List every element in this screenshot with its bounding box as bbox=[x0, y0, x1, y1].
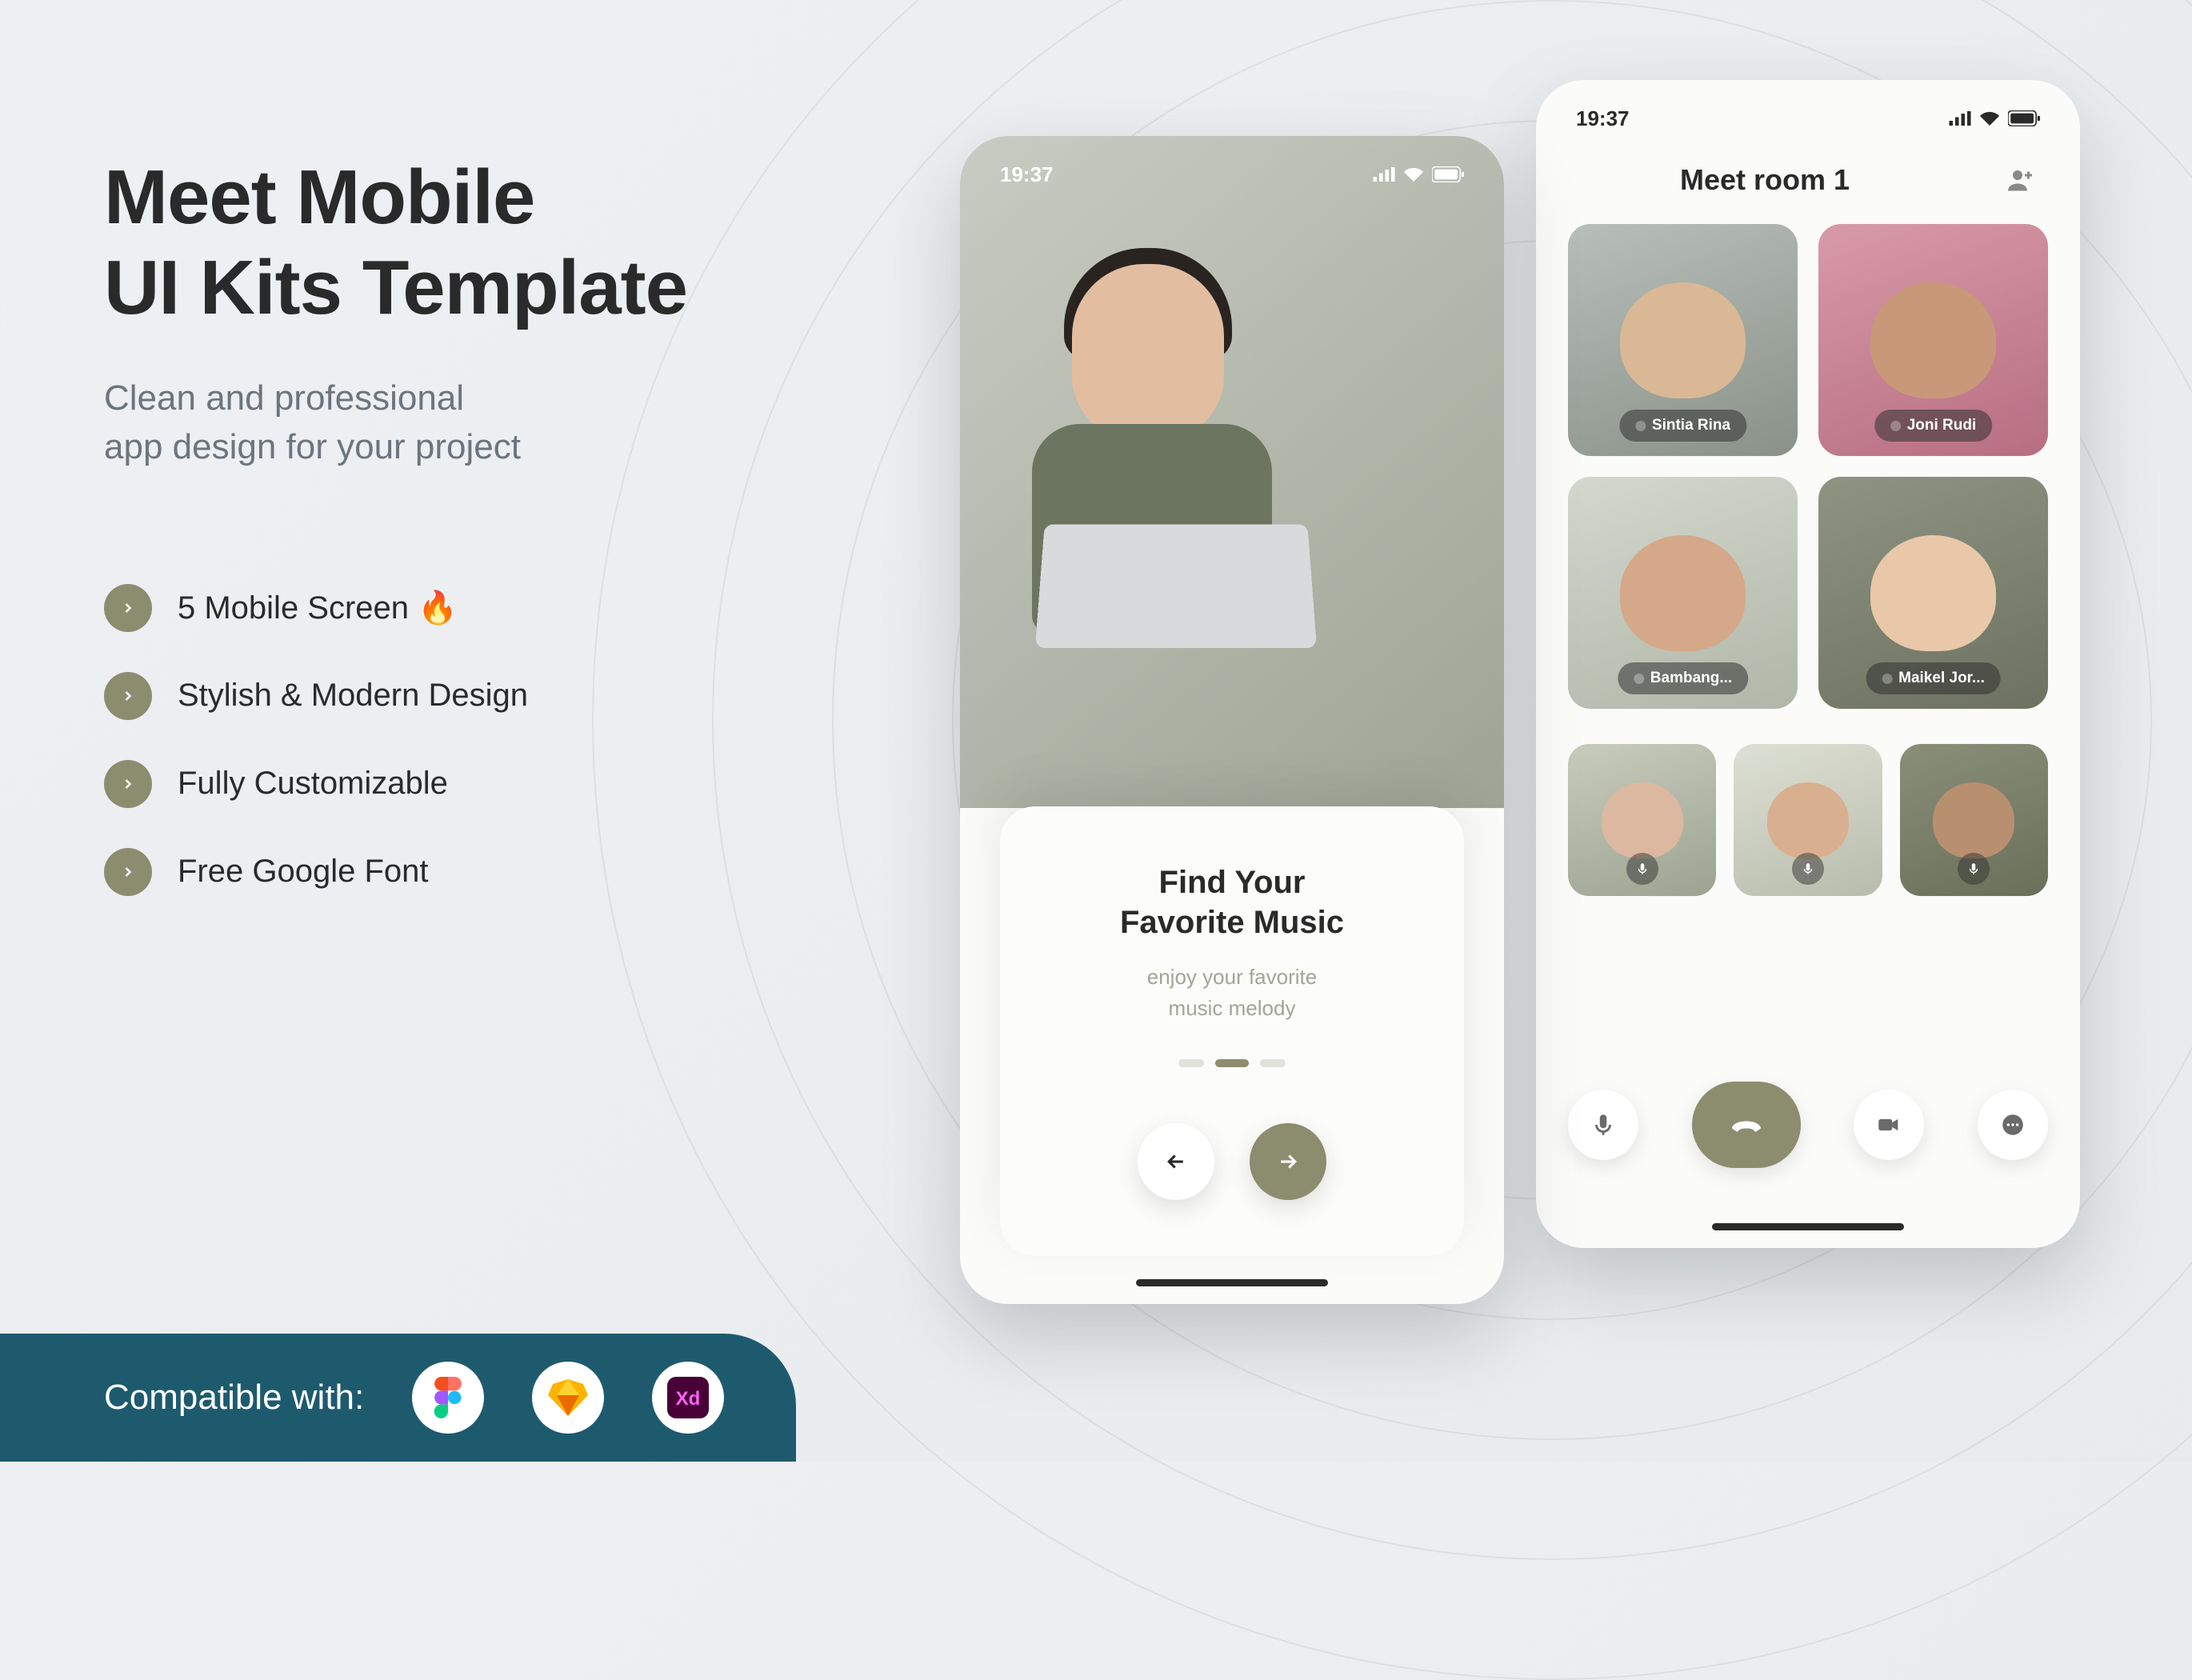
page-indicator bbox=[1032, 1059, 1432, 1067]
room-title: Meet room 1 bbox=[1680, 163, 1850, 197]
status-bar: 19:37 bbox=[1536, 102, 2080, 134]
feature-item: Free Google Font bbox=[104, 848, 904, 896]
feature-text: Fully Customizable bbox=[178, 766, 448, 802]
chevron-right-icon bbox=[104, 848, 152, 896]
card-title: Find Your Favorite Music bbox=[1032, 862, 1432, 942]
participant-tile-small[interactable] bbox=[1734, 744, 1882, 896]
participant-tile[interactable]: Sintia Rina bbox=[1568, 224, 1798, 456]
phone-meet-room: 19:37 Meet room 1 Sintia Rina Joni Rudi … bbox=[1536, 80, 2080, 1248]
adobe-xd-icon: Xd bbox=[652, 1362, 724, 1434]
phone-onboarding: 19:37 Find Your Favorite Music enjoy you… bbox=[960, 136, 1504, 1304]
page-dot-active[interactable] bbox=[1215, 1059, 1249, 1067]
participant-tile[interactable]: Maikel Jor... bbox=[1818, 477, 2048, 709]
feature-text: 5 Mobile Screen 🔥 bbox=[178, 589, 458, 626]
onboarding-card: Find Your Favorite Music enjoy your favo… bbox=[1000, 806, 1464, 1256]
participant-tile-small[interactable] bbox=[1900, 744, 2048, 896]
chat-button[interactable] bbox=[1978, 1090, 2048, 1160]
subtitle-line-2: app design for your project bbox=[104, 427, 521, 466]
chevron-right-icon bbox=[104, 760, 152, 808]
svg-text:Xd: Xd bbox=[676, 1388, 701, 1410]
home-indicator[interactable] bbox=[1136, 1279, 1328, 1286]
sketch-icon bbox=[532, 1362, 604, 1434]
back-button[interactable] bbox=[1138, 1123, 1214, 1200]
figma-icon bbox=[412, 1362, 484, 1434]
participant-name: Sintia Rina bbox=[1652, 417, 1730, 434]
feature-list: 5 Mobile Screen 🔥 Stylish & Modern Desig… bbox=[104, 584, 904, 896]
page-subtitle: Clean and professional app design for yo… bbox=[104, 374, 904, 472]
home-indicator[interactable] bbox=[1712, 1223, 1904, 1230]
subtitle-line-1: Clean and professional bbox=[104, 378, 464, 418]
mic-muted-icon bbox=[1792, 853, 1824, 885]
feature-item: Fully Customizable bbox=[104, 760, 904, 808]
video-button[interactable] bbox=[1854, 1090, 1924, 1160]
feature-text: Free Google Font bbox=[178, 854, 429, 890]
mic-muted-icon bbox=[1626, 853, 1658, 885]
participant-tile[interactable]: Bambang... bbox=[1568, 477, 1798, 709]
card-title-line-1: Find Your bbox=[1159, 865, 1306, 900]
end-call-button[interactable] bbox=[1692, 1082, 1801, 1168]
chevron-right-icon bbox=[104, 672, 152, 720]
card-sub-line-2: music melody bbox=[1169, 996, 1296, 1020]
title-line-1: Meet Mobile bbox=[104, 154, 534, 240]
page-dot[interactable] bbox=[1178, 1059, 1204, 1067]
room-header: Meet room 1 bbox=[1536, 160, 2080, 200]
call-controls bbox=[1568, 1082, 2048, 1168]
mic-icon bbox=[1890, 421, 1901, 431]
compat-footer: Compatible with: Xd bbox=[0, 1334, 796, 1462]
status-icons bbox=[1373, 166, 1464, 182]
status-time: 19:37 bbox=[1576, 106, 1630, 131]
participant-name: Joni Rudi bbox=[1907, 417, 1977, 434]
mic-icon bbox=[1634, 674, 1644, 684]
add-user-button[interactable] bbox=[2000, 160, 2040, 200]
status-time: 19:37 bbox=[1000, 162, 1054, 187]
mic-muted-icon bbox=[1958, 853, 1990, 885]
chevron-right-icon bbox=[104, 584, 152, 632]
participant-name: Maikel Jor... bbox=[1898, 670, 1985, 687]
feature-item: 5 Mobile Screen 🔥 bbox=[104, 584, 904, 632]
participant-name: Bambang... bbox=[1650, 670, 1732, 687]
phone-mockups: 19:37 Meet room 1 Sintia Rina Joni Rudi … bbox=[960, 80, 2080, 1440]
hero-image bbox=[960, 136, 1504, 808]
nav-buttons bbox=[1032, 1123, 1432, 1200]
card-sub-line-1: enjoy your favorite bbox=[1147, 965, 1317, 989]
mic-icon bbox=[1882, 674, 1892, 684]
participant-tile[interactable]: Joni Rudi bbox=[1818, 224, 2048, 456]
title-line-2: UI Kits Template bbox=[104, 245, 687, 330]
status-icons bbox=[1949, 110, 2040, 126]
participant-tile-small[interactable] bbox=[1568, 744, 1716, 896]
next-button[interactable] bbox=[1250, 1123, 1326, 1200]
page-title: Meet Mobile UI Kits Template bbox=[104, 152, 904, 334]
promo-content: Meet Mobile UI Kits Template Clean and p… bbox=[104, 152, 904, 896]
feature-text: Stylish & Modern Design bbox=[178, 678, 528, 714]
mic-icon bbox=[1635, 421, 1646, 431]
person-illustration bbox=[1008, 232, 1312, 648]
card-title-line-2: Favorite Music bbox=[1120, 905, 1344, 940]
status-bar: 19:37 bbox=[960, 158, 1504, 190]
page-dot[interactable] bbox=[1260, 1059, 1286, 1067]
card-subtitle: enjoy your favorite music melody bbox=[1032, 962, 1432, 1024]
feature-item: Stylish & Modern Design bbox=[104, 672, 904, 720]
compat-label: Compatible with: bbox=[104, 1378, 364, 1418]
participant-grid: Sintia Rina Joni Rudi Bambang... Maikel … bbox=[1568, 224, 2048, 709]
participant-row-small bbox=[1568, 744, 2048, 896]
mic-button[interactable] bbox=[1568, 1090, 1638, 1160]
